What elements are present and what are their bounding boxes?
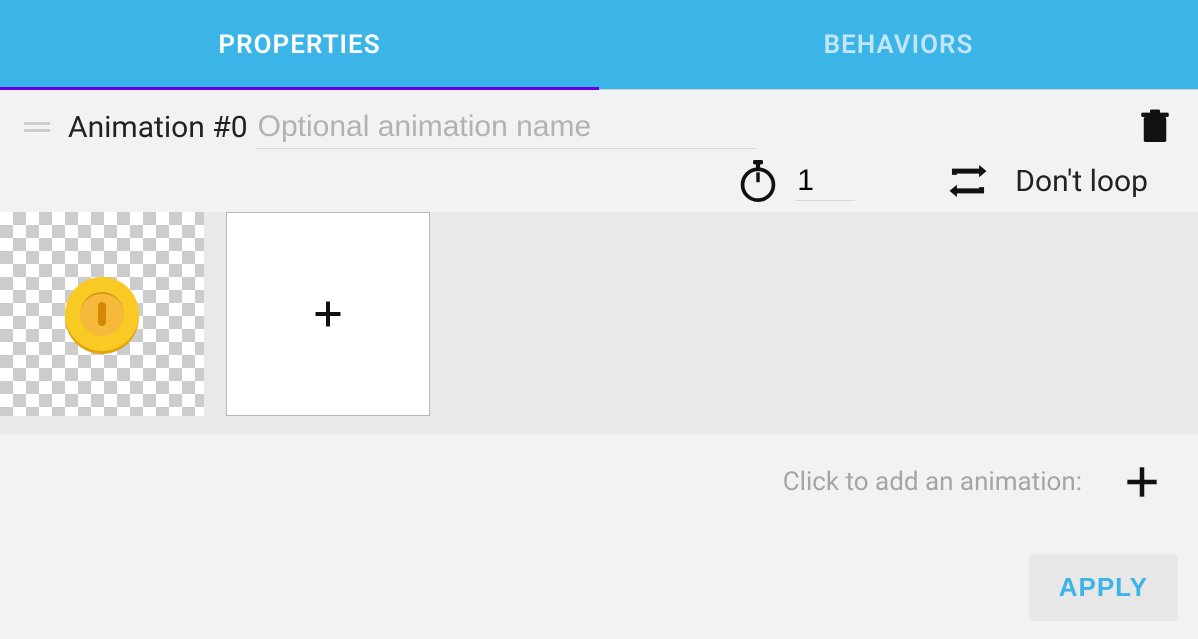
delete-animation-button[interactable] bbox=[1136, 104, 1174, 150]
frame-sprite-coin bbox=[65, 277, 139, 351]
trash-icon bbox=[1140, 108, 1170, 146]
loop-icon[interactable] bbox=[947, 162, 989, 200]
animation-index-label: Animation #0 bbox=[68, 110, 248, 145]
frames-row bbox=[0, 212, 1198, 434]
stopwatch-icon bbox=[739, 160, 777, 202]
duration-input[interactable] bbox=[795, 162, 855, 201]
plus-icon bbox=[1126, 466, 1158, 498]
animation-header: Animation #0 bbox=[0, 90, 1198, 160]
add-animation-button[interactable] bbox=[1122, 462, 1162, 502]
apply-button[interactable]: APPLY bbox=[1029, 554, 1178, 621]
add-animation-row: Click to add an animation: bbox=[0, 434, 1198, 530]
plus-icon bbox=[313, 299, 343, 329]
animation-name-input[interactable] bbox=[256, 106, 756, 149]
animation-controls: Don't loop bbox=[0, 160, 1198, 212]
drag-handle-icon[interactable] bbox=[24, 122, 50, 132]
tab-behaviors[interactable]: BEHAVIORS bbox=[599, 0, 1198, 89]
tab-properties[interactable]: PROPERTIES bbox=[0, 0, 599, 89]
add-frame-button[interactable] bbox=[226, 212, 430, 416]
tab-bar: PROPERTIES BEHAVIORS bbox=[0, 0, 1198, 90]
dialog-footer: APPLY bbox=[0, 530, 1198, 639]
frame-thumbnail-0[interactable] bbox=[0, 212, 204, 416]
loop-mode-label[interactable]: Don't loop bbox=[1015, 164, 1148, 199]
add-animation-hint: Click to add an animation: bbox=[783, 467, 1082, 497]
